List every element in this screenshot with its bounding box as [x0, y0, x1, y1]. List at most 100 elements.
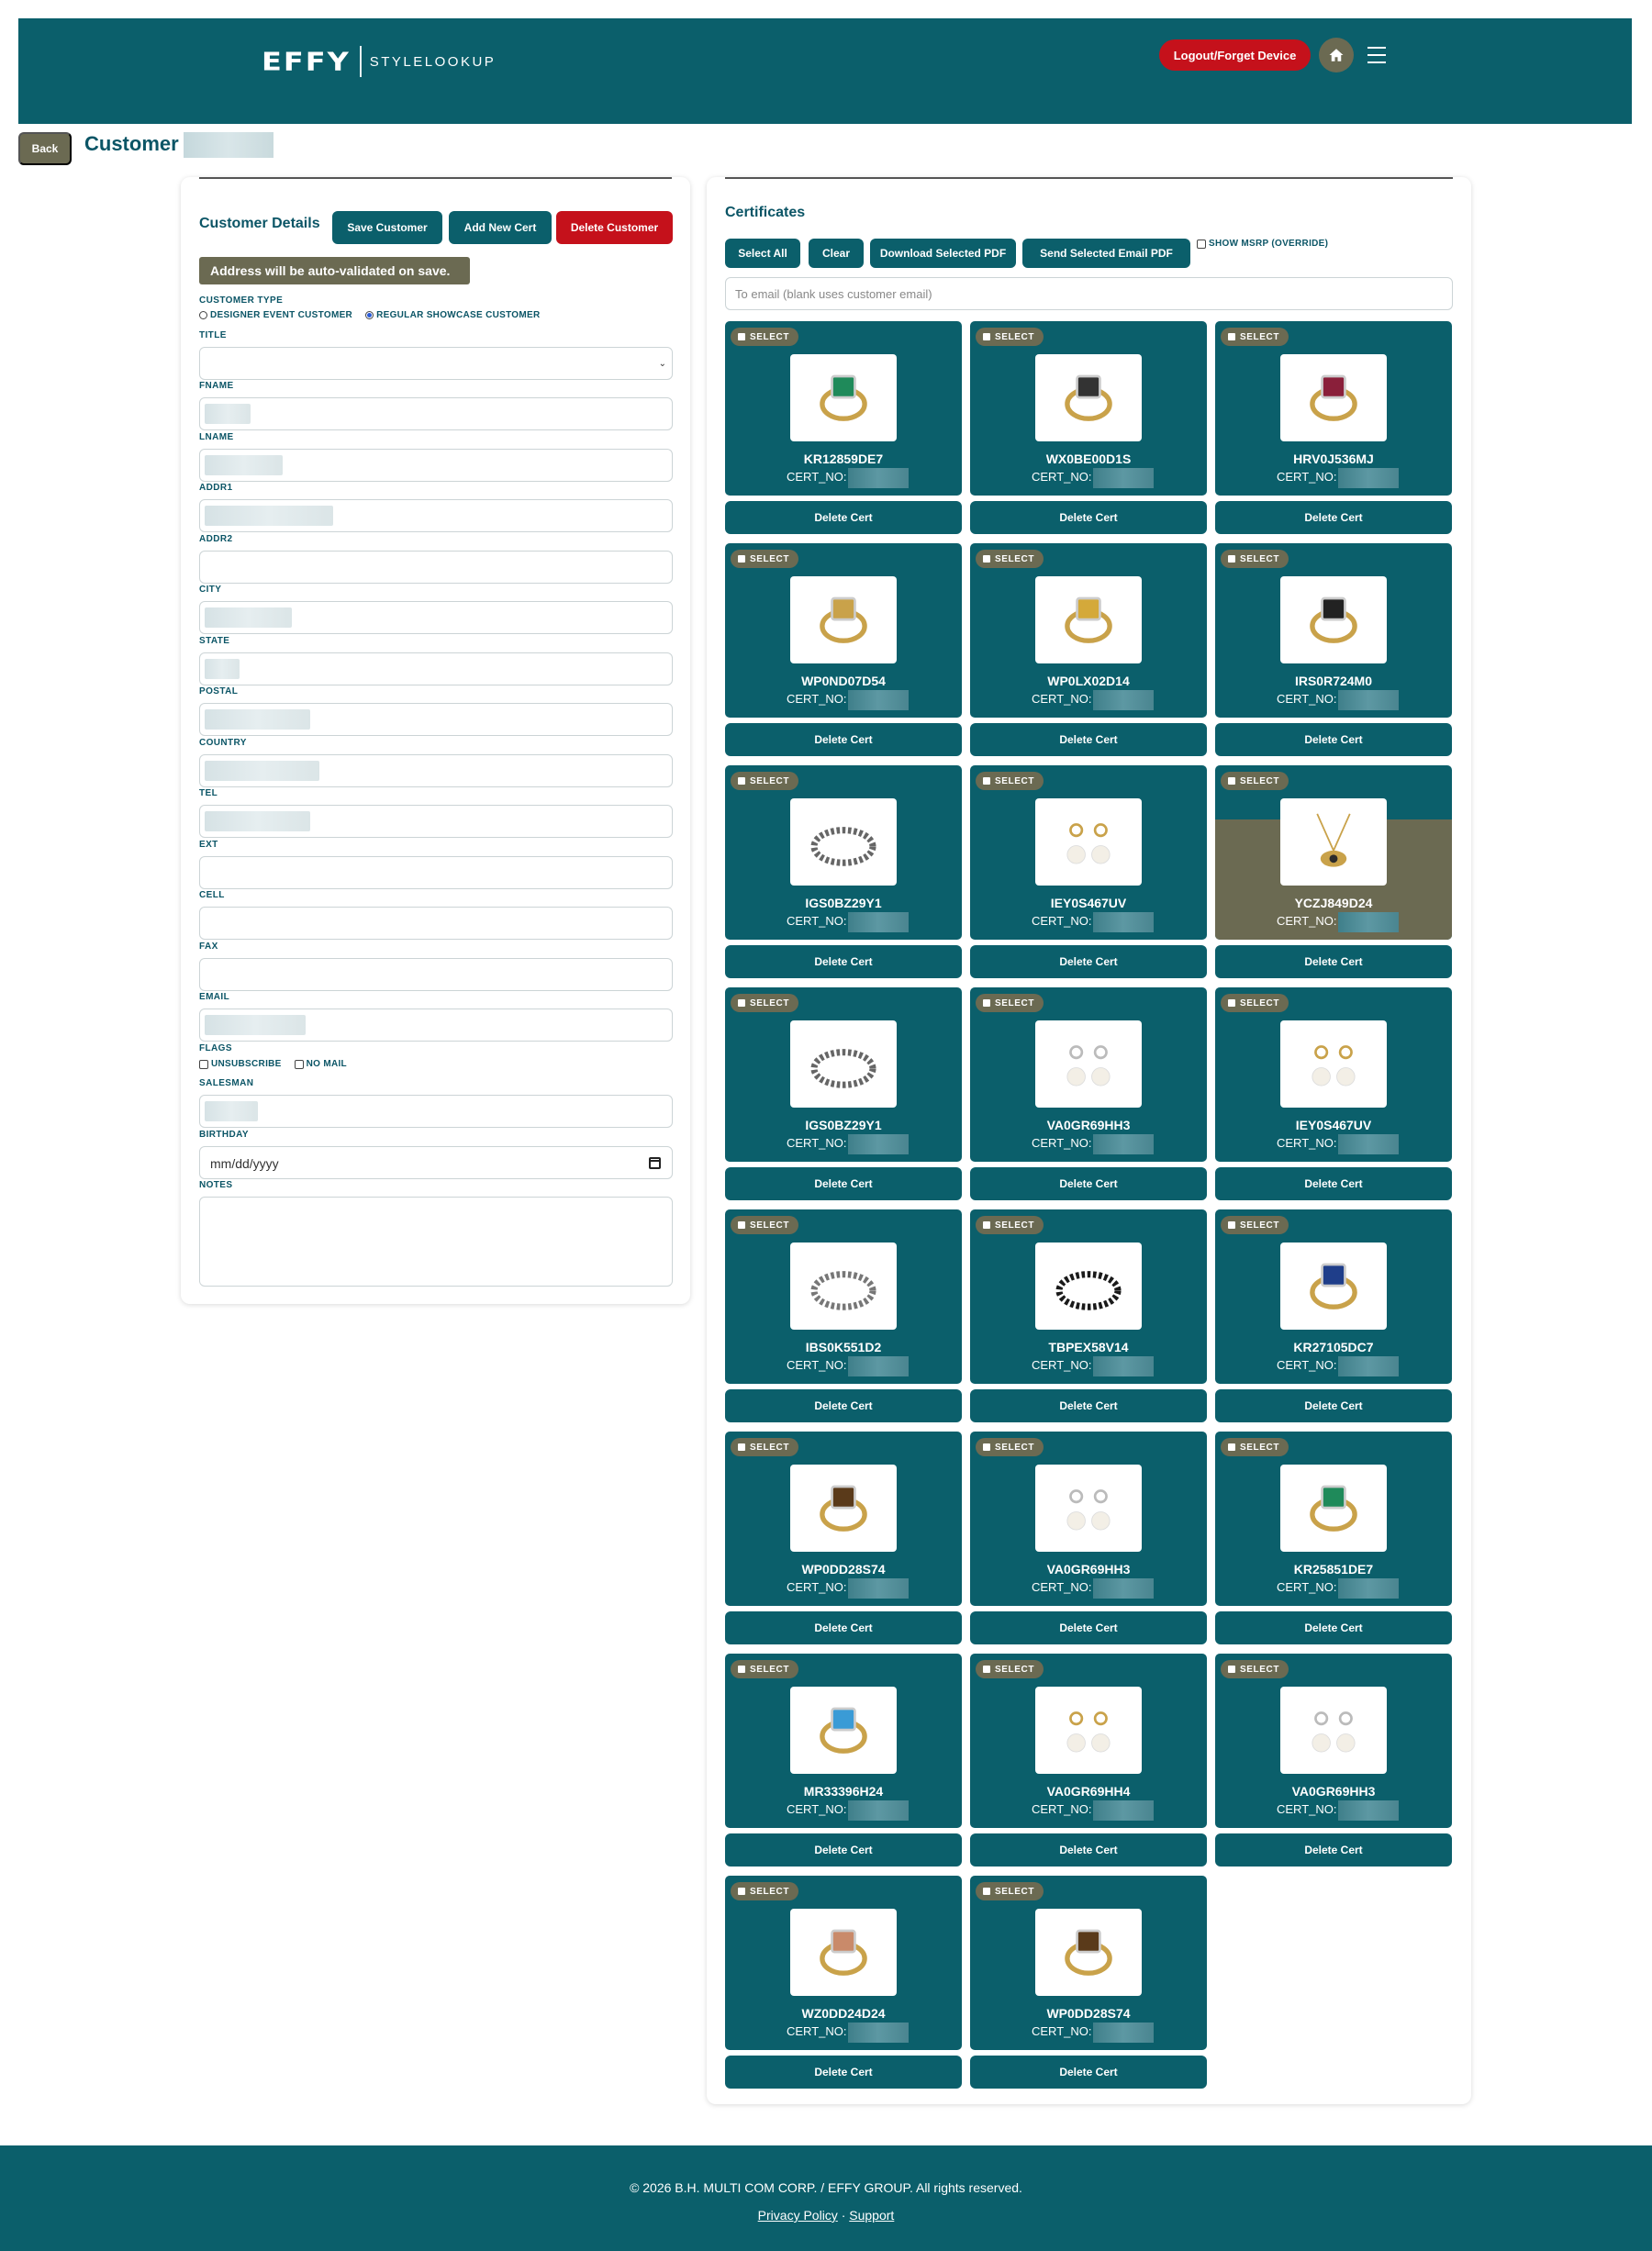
certificate-card[interactable]: SELECT VA0GR69HH3 CERT_NO: [1215, 1654, 1452, 1828]
delete-cert-button[interactable]: Delete Cert [1215, 1167, 1452, 1200]
select-checkbox[interactable]: SELECT [1221, 1438, 1289, 1456]
select-checkbox[interactable]: SELECT [976, 1660, 1044, 1678]
unsubscribe-checkbox[interactable] [199, 1059, 208, 1069]
certificate-card[interactable]: SELECT IRS0R724M0 CERT_NO: [1215, 543, 1452, 718]
delete-cert-button[interactable]: Delete Cert [1215, 945, 1452, 978]
delete-cert-button[interactable]: Delete Cert [725, 723, 962, 756]
certificate-card[interactable]: SELECT IBS0K551D2 CERT_NO: [725, 1209, 962, 1384]
delete-cert-button[interactable]: Delete Cert [970, 723, 1207, 756]
to-email-input[interactable]: To email (blank uses customer email) [725, 277, 1453, 310]
certificate-card[interactable]: SELECT MR33396H24 CERT_NO: [725, 1654, 962, 1828]
certificate-card[interactable]: SELECT WX0BE00D1S CERT_NO: [970, 321, 1207, 496]
select-checkbox[interactable]: SELECT [976, 328, 1044, 346]
add-new-cert-button[interactable]: Add New Cert [449, 211, 552, 244]
delete-cert-button[interactable]: Delete Cert [1215, 501, 1452, 534]
certificate-card[interactable]: SELECT WP0LX02D14 CERT_NO: [970, 543, 1207, 718]
select-checkbox[interactable]: SELECT [1221, 772, 1289, 790]
certificate-card[interactable]: SELECT HRV0J536MJ CERT_NO: [1215, 321, 1452, 496]
salesman-field[interactable] [199, 1095, 673, 1128]
select-checkbox[interactable]: SELECT [1221, 1660, 1289, 1678]
select-checkbox[interactable]: SELECT [976, 1438, 1044, 1456]
notes-textarea[interactable] [199, 1197, 673, 1287]
delete-cert-button[interactable]: Delete Cert [725, 1167, 962, 1200]
title-select[interactable]: ⌄ [199, 347, 673, 380]
certificate-card[interactable]: SELECT VA0GR69HH3 CERT_NO: [970, 987, 1207, 1162]
delete-cert-button[interactable]: Delete Cert [970, 1833, 1207, 1867]
delete-cert-button[interactable]: Delete Cert [1215, 1833, 1452, 1867]
send-selected-email-pdf-button[interactable]: Send Selected Email PDF [1022, 239, 1190, 268]
delete-cert-button[interactable]: Delete Cert [725, 945, 962, 978]
select-checkbox[interactable]: SELECT [976, 1882, 1044, 1900]
certificate-card[interactable]: SELECT YCZJ849D24 CERT_NO: [1215, 765, 1452, 940]
delete-customer-button[interactable]: Delete Customer [556, 211, 673, 244]
country-field[interactable] [199, 754, 673, 787]
delete-cert-button[interactable]: Delete Cert [725, 2056, 962, 2089]
home-button[interactable] [1319, 38, 1354, 72]
tel-field[interactable] [199, 805, 673, 838]
select-all-button[interactable]: Select All [725, 239, 800, 268]
select-checkbox[interactable]: SELECT [731, 994, 799, 1012]
delete-cert-button[interactable]: Delete Cert [970, 1389, 1207, 1422]
delete-cert-button[interactable]: Delete Cert [970, 1611, 1207, 1644]
certificate-card[interactable]: SELECT VA0GR69HH4 CERT_NO: [970, 1654, 1207, 1828]
delete-cert-button[interactable]: Delete Cert [725, 1833, 962, 1867]
designer-event-radio[interactable] [199, 311, 207, 319]
select-checkbox[interactable]: SELECT [1221, 994, 1289, 1012]
delete-cert-button[interactable]: Delete Cert [725, 501, 962, 534]
select-checkbox[interactable]: SELECT [731, 550, 799, 568]
delete-cert-button[interactable]: Delete Cert [1215, 723, 1452, 756]
lname-field[interactable] [199, 449, 673, 482]
select-checkbox[interactable]: SELECT [731, 1216, 799, 1234]
show-msrp-checkbox[interactable] [1197, 239, 1206, 249]
support-link[interactable]: Support [849, 2208, 894, 2223]
select-checkbox[interactable]: SELECT [1221, 328, 1289, 346]
delete-cert-button[interactable]: Delete Cert [970, 1167, 1207, 1200]
clear-button[interactable]: Clear [809, 239, 864, 268]
cell-field[interactable] [199, 907, 673, 940]
certificate-card[interactable]: SELECT IGS0BZ29Y1 CERT_NO: [725, 987, 962, 1162]
regular-showcase-radio[interactable] [365, 311, 374, 319]
certificate-card[interactable]: SELECT KR27105DC7 CERT_NO: [1215, 1209, 1452, 1384]
city-field[interactable] [199, 601, 673, 634]
certificate-card[interactable]: SELECT IGS0BZ29Y1 CERT_NO: [725, 765, 962, 940]
addr1-field[interactable] [199, 499, 673, 532]
fax-field[interactable] [199, 958, 673, 991]
select-checkbox[interactable]: SELECT [731, 1438, 799, 1456]
certificate-card[interactable]: SELECT WZ0DD24D24 CERT_NO: [725, 1876, 962, 2050]
certificate-card[interactable]: SELECT WP0DD28S74 CERT_NO: [725, 1432, 962, 1606]
delete-cert-button[interactable]: Delete Cert [1215, 1611, 1452, 1644]
effy-logo[interactable]: EFFY STYLELOOKUP [262, 44, 496, 79]
delete-cert-button[interactable]: Delete Cert [970, 945, 1207, 978]
email-field[interactable] [199, 1008, 673, 1042]
certificate-card[interactable]: SELECT KR12859DE7 CERT_NO: [725, 321, 962, 496]
select-checkbox[interactable]: SELECT [1221, 1216, 1289, 1234]
select-checkbox[interactable]: SELECT [1221, 550, 1289, 568]
select-checkbox[interactable]: SELECT [731, 1882, 799, 1900]
save-customer-button[interactable]: Save Customer [332, 211, 442, 244]
privacy-policy-link[interactable]: Privacy Policy [758, 2208, 838, 2223]
delete-cert-button[interactable]: Delete Cert [1215, 1389, 1452, 1422]
select-checkbox[interactable]: SELECT [976, 994, 1044, 1012]
hamburger-menu-icon[interactable] [1367, 44, 1390, 66]
certificate-card[interactable]: SELECT WP0DD28S74 CERT_NO: [970, 1876, 1207, 2050]
certificate-card[interactable]: SELECT IEY0S467UV CERT_NO: [1215, 987, 1452, 1162]
certificate-card[interactable]: SELECT VA0GR69HH3 CERT_NO: [970, 1432, 1207, 1606]
fname-field[interactable] [199, 397, 673, 430]
select-checkbox[interactable]: SELECT [976, 772, 1044, 790]
select-checkbox[interactable]: SELECT [731, 772, 799, 790]
certificate-card[interactable]: SELECT WP0ND07D54 CERT_NO: [725, 543, 962, 718]
certificate-card[interactable]: SELECT IEY0S467UV CERT_NO: [970, 765, 1207, 940]
select-checkbox[interactable]: SELECT [976, 1216, 1044, 1234]
select-checkbox[interactable]: SELECT [976, 550, 1044, 568]
logout-forget-device-button[interactable]: Logout/Forget Device [1159, 39, 1311, 71]
back-button[interactable]: Back [18, 132, 72, 165]
delete-cert-button[interactable]: Delete Cert [725, 1389, 962, 1422]
ext-field[interactable] [199, 856, 673, 889]
select-checkbox[interactable]: SELECT [731, 328, 799, 346]
calendar-icon[interactable] [649, 1157, 661, 1169]
download-selected-pdf-button[interactable]: Download Selected PDF [870, 239, 1016, 268]
certificate-card[interactable]: SELECT TBPEX58V14 CERT_NO: [970, 1209, 1207, 1384]
addr2-field[interactable] [199, 551, 673, 584]
delete-cert-button[interactable]: Delete Cert [970, 501, 1207, 534]
birthday-date-field[interactable]: mm/dd/yyyy [199, 1146, 673, 1179]
